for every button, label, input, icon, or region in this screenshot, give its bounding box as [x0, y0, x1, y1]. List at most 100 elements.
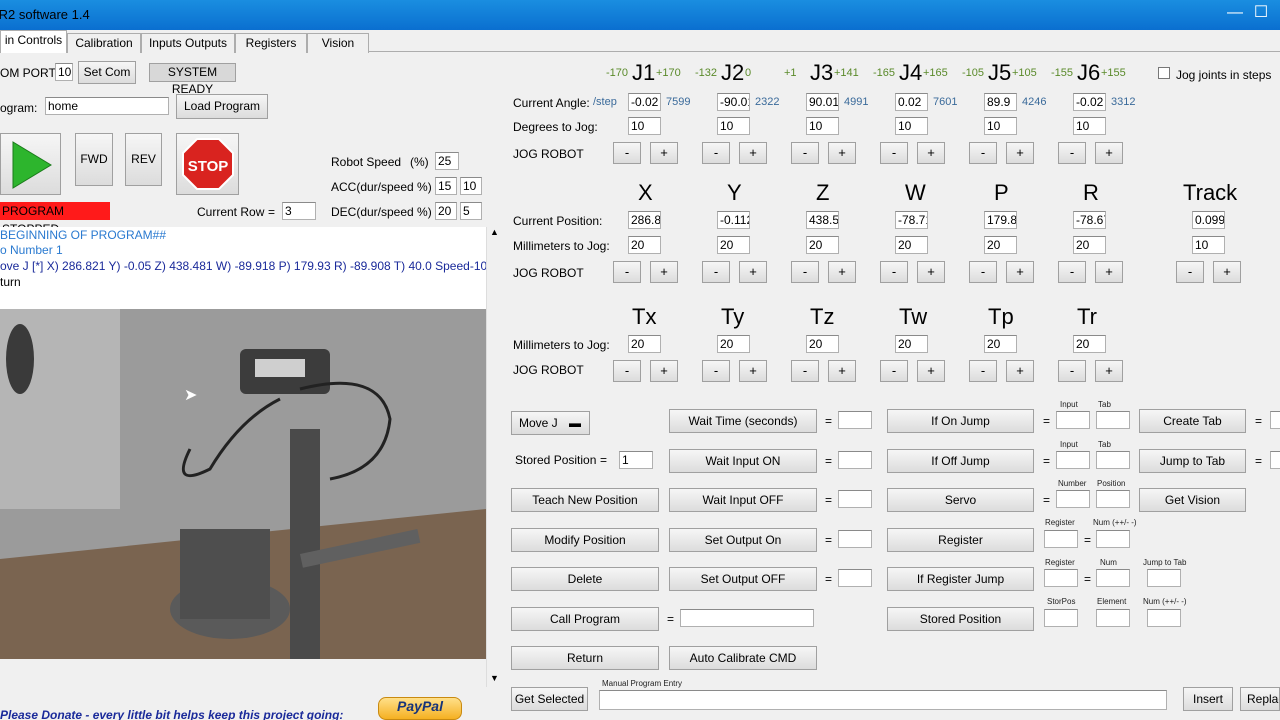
- if-off-jump-button[interactable]: If Off Jump: [887, 449, 1034, 473]
- acc-speed-input[interactable]: 10: [460, 177, 482, 195]
- axis-position-field[interactable]: -78.71: [895, 211, 928, 229]
- tool-axis-jog-input[interactable]: 20: [628, 335, 661, 353]
- axis-jog-input[interactable]: 20: [717, 236, 750, 254]
- track-position-field[interactable]: 0.0990: [1192, 211, 1225, 229]
- tool-axis-jog-input[interactable]: 20: [1073, 335, 1106, 353]
- tool-axis-jog-input[interactable]: 20: [806, 335, 839, 353]
- jog-minus-button[interactable]: -: [613, 261, 641, 283]
- paypal-button[interactable]: PayPal: [378, 697, 462, 720]
- call-program-button[interactable]: Call Program: [511, 607, 659, 631]
- joint-jog-input[interactable]: 10: [984, 117, 1017, 135]
- tab-registers[interactable]: Registers: [235, 33, 307, 53]
- jog-plus-button[interactable]: +: [828, 142, 856, 164]
- jog-plus-button[interactable]: +: [650, 360, 678, 382]
- jump-to-tab-button[interactable]: Jump to Tab: [1139, 449, 1246, 473]
- jog-plus-button[interactable]: +: [1006, 142, 1034, 164]
- wait-time-input[interactable]: [838, 411, 872, 429]
- if-on-jump-button[interactable]: If On Jump: [887, 409, 1034, 433]
- program-scrollbar[interactable]: ▲ ▼: [486, 227, 502, 687]
- servo-position-field[interactable]: [1096, 490, 1130, 508]
- register-button[interactable]: Register: [887, 528, 1034, 552]
- jog-minus-button[interactable]: -: [791, 142, 819, 164]
- set-output-on-button[interactable]: Set Output On: [669, 528, 817, 552]
- list-item[interactable]: BEGINNING OF PROGRAM##: [0, 228, 166, 242]
- wait-input-on-button[interactable]: Wait Input ON: [669, 449, 817, 473]
- set-output-on-field[interactable]: [838, 530, 872, 548]
- jog-minus-button[interactable]: -: [791, 360, 819, 382]
- joint-jog-input[interactable]: 10: [806, 117, 839, 135]
- stored-position-input[interactable]: 1: [619, 451, 653, 469]
- replace-button[interactable]: Replac: [1240, 687, 1280, 711]
- joint-angle-field[interactable]: -90.01: [717, 93, 750, 111]
- jog-plus-button[interactable]: +: [739, 360, 767, 382]
- jog-plus-button[interactable]: +: [739, 142, 767, 164]
- set-com-button[interactable]: Set Com: [78, 61, 136, 84]
- axis-jog-input[interactable]: 20: [1073, 236, 1106, 254]
- jog-steps-checkbox[interactable]: [1158, 67, 1170, 79]
- program-name-input[interactable]: home: [45, 97, 169, 115]
- insert-button[interactable]: Insert: [1183, 687, 1233, 711]
- create-tab-button[interactable]: Create Tab: [1139, 409, 1246, 433]
- rev-button[interactable]: REV: [125, 133, 162, 186]
- storpos-field[interactable]: [1044, 609, 1078, 627]
- scroll-up-icon[interactable]: ▲: [490, 227, 499, 237]
- jog-minus-button[interactable]: -: [702, 142, 730, 164]
- jog-minus-button[interactable]: -: [1058, 142, 1086, 164]
- jog-plus-button[interactable]: +: [1095, 360, 1123, 382]
- manual-entry-input[interactable]: [599, 690, 1167, 710]
- program-listbox[interactable]: BEGINNING OF PROGRAM## o Number 1 ove J …: [0, 227, 486, 309]
- current-row-input[interactable]: 3: [282, 202, 316, 220]
- jog-minus-button[interactable]: -: [969, 142, 997, 164]
- fwd-button[interactable]: FWD: [75, 133, 113, 186]
- jog-plus-button[interactable]: +: [917, 261, 945, 283]
- jog-plus-button[interactable]: +: [917, 142, 945, 164]
- jog-minus-button[interactable]: -: [1176, 261, 1204, 283]
- wait-time-button[interactable]: Wait Time (seconds): [669, 409, 817, 433]
- if-off-input-field[interactable]: [1056, 451, 1090, 469]
- delete-button[interactable]: Delete: [511, 567, 659, 591]
- jog-plus-button[interactable]: +: [650, 261, 678, 283]
- jog-plus-button[interactable]: +: [1095, 261, 1123, 283]
- axis-jog-input[interactable]: 20: [628, 236, 661, 254]
- if-reg-register-field[interactable]: [1044, 569, 1078, 587]
- jog-minus-button[interactable]: -: [880, 261, 908, 283]
- stored-position-button[interactable]: Stored Position: [887, 607, 1034, 631]
- jog-plus-button[interactable]: +: [1006, 360, 1034, 382]
- joint-angle-field[interactable]: 89.9: [984, 93, 1017, 111]
- jog-plus-button[interactable]: +: [917, 360, 945, 382]
- if-register-jump-button[interactable]: If Register Jump: [887, 567, 1034, 591]
- jog-plus-button[interactable]: +: [1213, 261, 1241, 283]
- set-output-off-button[interactable]: Set Output OFF: [669, 567, 817, 591]
- auto-calibrate-button[interactable]: Auto Calibrate CMD: [669, 646, 817, 670]
- axis-position-field[interactable]: 286.84: [628, 211, 661, 229]
- teach-new-position-button[interactable]: Teach New Position: [511, 488, 659, 512]
- jog-plus-button[interactable]: +: [1095, 142, 1123, 164]
- axis-jog-input[interactable]: 20: [984, 236, 1017, 254]
- register-num-field[interactable]: [1096, 530, 1130, 548]
- jog-minus-button[interactable]: -: [702, 360, 730, 382]
- scroll-down-icon[interactable]: ▼: [490, 673, 499, 683]
- move-type-dropdown[interactable]: Move J ▬: [511, 411, 590, 435]
- jog-minus-button[interactable]: -: [969, 360, 997, 382]
- jog-minus-button[interactable]: -: [1058, 360, 1086, 382]
- tool-axis-jog-input[interactable]: 20: [895, 335, 928, 353]
- minimize-icon[interactable]: —: [1222, 0, 1248, 28]
- maximize-icon[interactable]: ☐: [1248, 0, 1274, 28]
- if-reg-tab-field[interactable]: [1147, 569, 1181, 587]
- jog-minus-button[interactable]: -: [880, 142, 908, 164]
- axis-position-field[interactable]: 438.52: [806, 211, 839, 229]
- jog-plus-button[interactable]: +: [828, 261, 856, 283]
- wait-input-off-field[interactable]: [838, 490, 872, 508]
- element-field[interactable]: [1096, 609, 1130, 627]
- axis-jog-input[interactable]: 20: [806, 236, 839, 254]
- jog-plus-button[interactable]: +: [828, 360, 856, 382]
- joint-angle-field[interactable]: 0.02: [895, 93, 928, 111]
- acc-dur-input[interactable]: 15: [435, 177, 457, 195]
- axis-position-field[interactable]: -0.112: [717, 211, 750, 229]
- tool-axis-jog-input[interactable]: 20: [984, 335, 1017, 353]
- tab-vision[interactable]: Vision: [307, 33, 369, 53]
- register-field[interactable]: [1044, 530, 1078, 548]
- jog-plus-button[interactable]: +: [1006, 261, 1034, 283]
- jog-minus-button[interactable]: -: [969, 261, 997, 283]
- dec-dur-input[interactable]: 20: [435, 202, 457, 220]
